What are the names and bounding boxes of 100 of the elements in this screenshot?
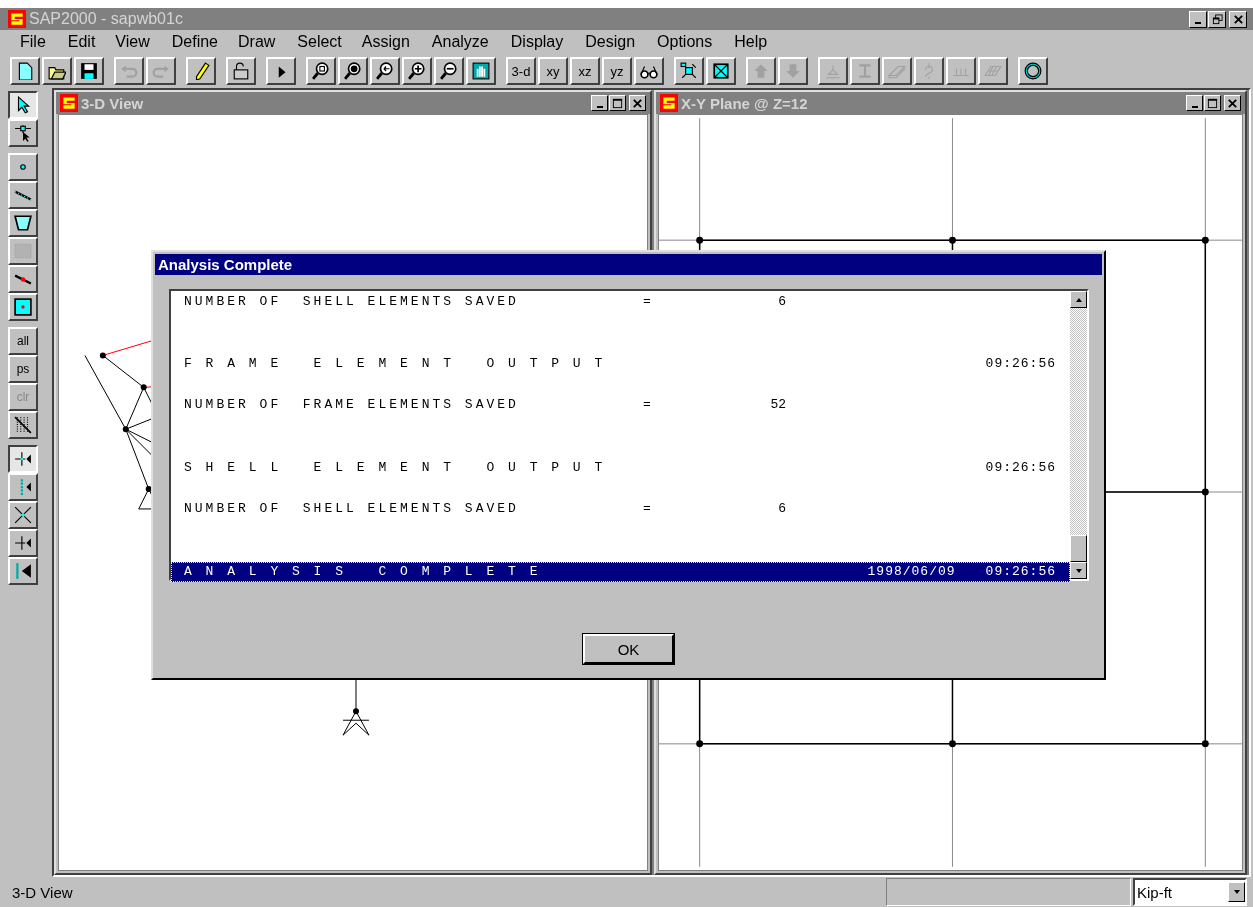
crossed-box-icon <box>712 62 730 80</box>
minimize-icon <box>1195 21 1201 24</box>
restore-icon <box>1211 13 1223 25</box>
restore-button[interactable] <box>1208 10 1226 28</box>
minimize-icon <box>1191 105 1198 108</box>
log-count: 6 <box>777 499 786 518</box>
log-text: NUMBER OF FRAME ELEMENTS SAVED <box>184 396 520 415</box>
zoom-back-icon <box>376 62 394 80</box>
toolbar-button[interactable]: yz <box>602 57 632 85</box>
menu-item[interactable]: Edit <box>57 33 106 51</box>
hatch-icon <box>14 416 32 434</box>
toolbar-button[interactable]: xy <box>538 57 568 85</box>
maximize-button[interactable] <box>1204 95 1221 111</box>
scrollbar[interactable] <box>1070 291 1087 579</box>
zoom-out-icon <box>440 62 458 80</box>
down-arrow-icon <box>784 62 802 80</box>
log-text: F R A M E E L E M E N T O U T P U T <box>184 355 607 374</box>
ok-button[interactable]: OK <box>583 634 674 664</box>
log-date: 1998/06/09 <box>867 562 956 581</box>
toolbar-button[interactable] <box>186 57 216 85</box>
toolbar-button[interactable] <box>74 57 104 85</box>
dialog-title: Analysis Complete <box>158 256 293 273</box>
log-text: NUMBER OF SHELL ELEMENTS SAVED <box>184 293 520 311</box>
log-count: 6 <box>777 293 786 311</box>
toolbar-button[interactable] <box>10 57 40 85</box>
toolbar-button[interactable]: 3-d <box>506 57 536 85</box>
window-title: SAP2000 - sapwb01c <box>29 10 183 28</box>
minimize-button[interactable] <box>1186 95 1203 111</box>
tool-button[interactable]: all <box>8 327 38 355</box>
toolbar-button[interactable] <box>402 57 432 85</box>
down-triangle-icon <box>1232 888 1241 896</box>
close-button[interactable] <box>1224 95 1241 111</box>
menu-item[interactable]: Display <box>500 33 574 51</box>
joint-node <box>1201 488 1209 496</box>
toolbar-button[interactable]: xz <box>570 57 600 85</box>
toolbar-button[interactable] <box>370 57 400 85</box>
log-time: 09:26:56 <box>985 355 1056 374</box>
log-time: 09:26:56 <box>985 458 1056 477</box>
menu-item[interactable]: Analyze <box>421 33 499 51</box>
toolbar-button[interactable] <box>674 57 704 85</box>
toolbar-button[interactable] <box>338 57 368 85</box>
ring-icon <box>1024 62 1042 80</box>
tool-button[interactable]: ps <box>8 355 38 383</box>
log-text: NUMBER OF SHELL ELEMENTS SAVED <box>184 499 520 518</box>
toolbar-button[interactable] <box>226 57 256 85</box>
app-logo-icon <box>660 94 678 112</box>
scroll-up-button[interactable] <box>1070 291 1087 308</box>
menu-item[interactable]: Define <box>161 33 228 51</box>
scroll-thumb[interactable] <box>1070 535 1087 562</box>
scroll-down-button[interactable] <box>1070 562 1087 579</box>
status-text: 3-D View <box>12 883 73 901</box>
menu-item[interactable]: Help <box>724 33 778 51</box>
zoom-in-icon <box>408 62 426 80</box>
minimize-button[interactable] <box>591 95 608 111</box>
close-icon <box>1227 97 1238 109</box>
support-icon <box>824 62 842 80</box>
minimize-icon <box>596 105 603 108</box>
down-triangle-icon <box>1074 566 1083 575</box>
toolbar-button[interactable] <box>306 57 336 85</box>
menu-item[interactable]: Assign <box>351 33 420 51</box>
close-button[interactable] <box>629 95 646 111</box>
snap-perp-icon <box>14 534 32 552</box>
close-button[interactable] <box>1229 10 1247 28</box>
maximize-button[interactable] <box>609 95 626 111</box>
child-window-title: 3-D View <box>81 94 144 112</box>
log-count: 52 <box>769 396 786 415</box>
toolbar-button[interactable] <box>706 57 736 85</box>
pointer-joint-icon <box>14 124 32 142</box>
toolbar-button[interactable] <box>42 57 72 85</box>
units-dropdown[interactable]: Kip-ft <box>1133 878 1247 906</box>
toolbar-button[interactable] <box>266 57 296 85</box>
padlock-icon <box>232 62 250 80</box>
log-text: S H E L L E L E M E N T O U T P U T <box>184 458 607 477</box>
toolbar-button[interactable] <box>466 57 496 85</box>
menu-item[interactable]: Draw <box>228 33 286 51</box>
menu-item[interactable]: Select <box>287 33 352 51</box>
shell-quad-icon <box>14 214 32 232</box>
floppy-icon <box>80 62 98 80</box>
menu-item[interactable]: Options <box>647 33 723 51</box>
menu-item[interactable]: View <box>105 33 160 51</box>
log-text: A N A L Y S I S C O M P L E T E <box>184 562 542 581</box>
joint-node <box>1201 236 1209 244</box>
hatched-square-icon <box>14 242 32 260</box>
tool-button[interactable] <box>8 445 38 473</box>
joint-node <box>1201 740 1209 748</box>
tool-button[interactable] <box>8 91 38 119</box>
app-logo-icon <box>60 94 78 112</box>
selected-log-row[interactable]: A N A L Y S I S C O M P L E T E 1998/06/09 09:26:56 <box>171 561 1070 583</box>
snap-end-icon <box>14 562 32 580</box>
log-equals: = <box>643 396 655 415</box>
toolbar-button[interactable] <box>634 57 664 85</box>
toolbar-button[interactable] <box>434 57 464 85</box>
log-equals: = <box>643 499 655 518</box>
up-arrow-icon <box>752 62 770 80</box>
menu-item[interactable]: Design <box>575 33 646 51</box>
dropdown-button[interactable] <box>1228 882 1245 902</box>
toolbar-button[interactable] <box>1018 57 1048 85</box>
menu-item[interactable]: File <box>10 33 56 51</box>
maximize-icon <box>1207 97 1218 109</box>
minimize-button[interactable] <box>1189 10 1207 28</box>
